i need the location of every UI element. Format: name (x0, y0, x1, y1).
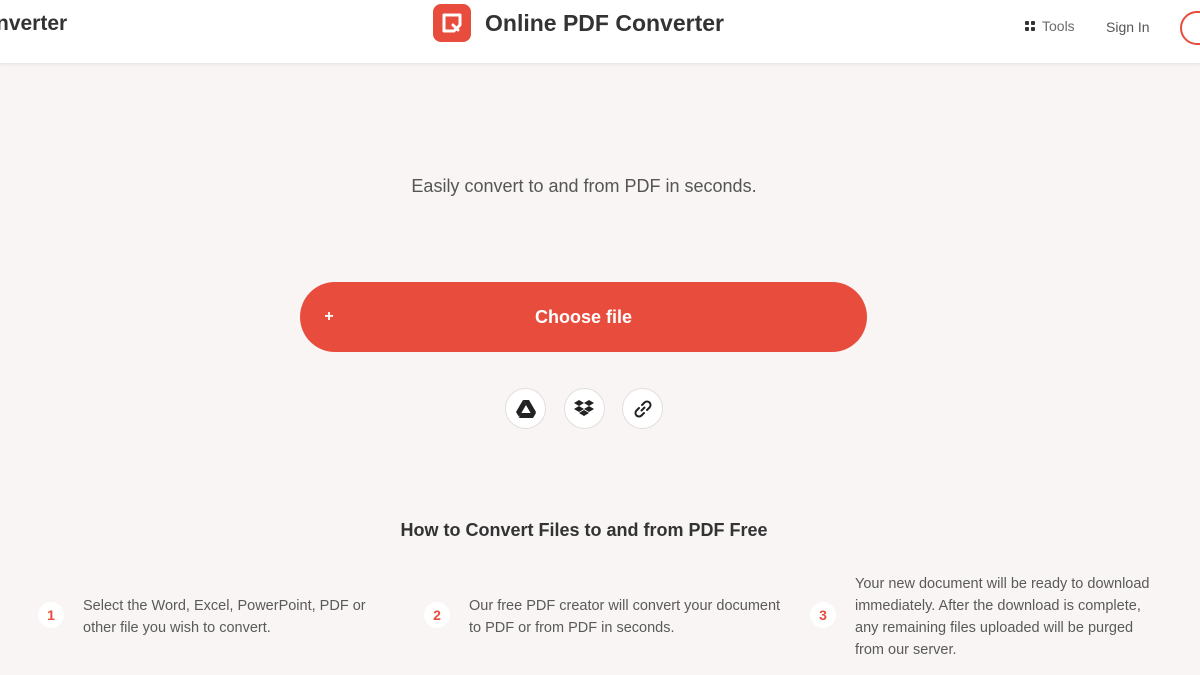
how-to-heading: How to Convert Files to and from PDF Fre… (400, 520, 768, 540)
step-description: Select the Word, Excel, PowerPoint, PDF … (83, 598, 366, 636)
brand[interactable]: Online PDF Converter (433, 4, 724, 42)
page-title-cropped: nverter (0, 12, 68, 35)
tools-label: Tools (1042, 18, 1075, 34)
grid-icon (1025, 21, 1035, 31)
top-header: nverter Online PDF Converter Tools Sign … (0, 0, 1200, 64)
brand-name: Online PDF Converter (485, 9, 724, 36)
choose-file-label: Choose file (534, 306, 632, 327)
sign-in-link[interactable]: Sign In (1106, 19, 1150, 35)
link-icon (633, 399, 652, 418)
hero-tagline: Easily convert to and from PDF in second… (411, 176, 757, 196)
step-description: Our free PDF creator will convert your d… (469, 598, 781, 636)
google-drive-icon (515, 399, 536, 418)
upload-source-row (505, 388, 663, 430)
url-link-button[interactable] (622, 388, 663, 429)
dropbox-button[interactable] (563, 388, 605, 429)
tools-menu-button[interactable]: Tools (1025, 18, 1075, 34)
dropbox-icon (574, 399, 594, 416)
step-item: 3 Your new document will be ready to dow… (810, 573, 1170, 661)
step-number-badge: 1 (38, 602, 64, 628)
step-item: 1 Select the Word, Excel, PowerPoint, PD… (38, 595, 398, 639)
brand-logo-icon (433, 4, 471, 42)
plus-icon: + (324, 308, 334, 325)
step-number-badge: 3 (810, 602, 836, 628)
step-description: Your new document will be ready to downl… (855, 576, 1150, 658)
google-drive-button[interactable] (505, 388, 546, 429)
step-item: 2 Our free PDF creator will convert your… (424, 595, 784, 639)
choose-file-button[interactable]: + Choose file (300, 282, 867, 352)
step-number-badge: 2 (424, 602, 450, 628)
cropped-header-button[interactable] (1180, 11, 1200, 45)
